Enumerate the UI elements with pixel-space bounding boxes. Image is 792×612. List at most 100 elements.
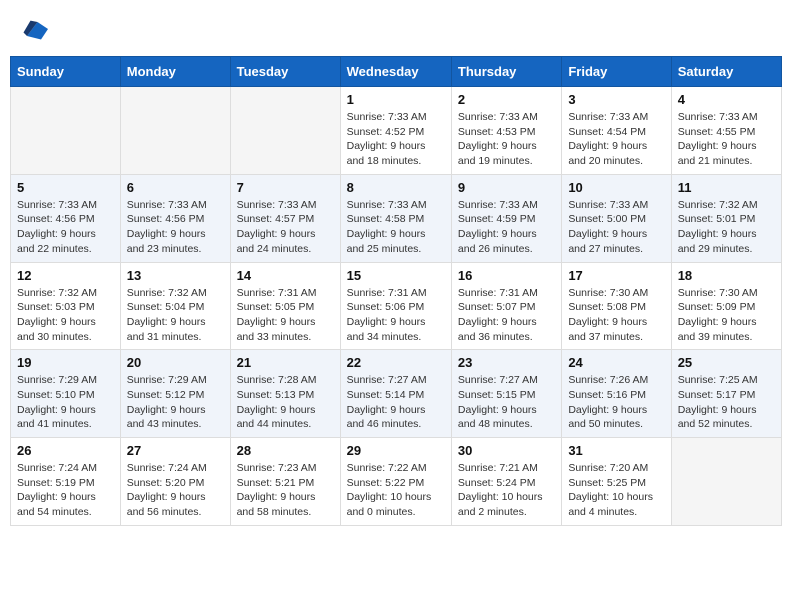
calendar-cell: 12Sunrise: 7:32 AMSunset: 5:03 PMDayligh…: [11, 262, 121, 350]
day-info: Sunrise: 7:20 AMSunset: 5:25 PMDaylight:…: [568, 461, 664, 520]
day-info: Sunrise: 7:24 AMSunset: 5:20 PMDaylight:…: [127, 461, 224, 520]
day-number: 2: [458, 92, 555, 107]
day-number: 16: [458, 268, 555, 283]
calendar-table: SundayMondayTuesdayWednesdayThursdayFrid…: [10, 56, 782, 526]
day-number: 24: [568, 355, 664, 370]
calendar-week-3: 12Sunrise: 7:32 AMSunset: 5:03 PMDayligh…: [11, 262, 782, 350]
day-info: Sunrise: 7:33 AMSunset: 4:59 PMDaylight:…: [458, 198, 555, 257]
day-info: Sunrise: 7:22 AMSunset: 5:22 PMDaylight:…: [347, 461, 445, 520]
calendar-cell: 24 Sunrise: 7:26 AMSunset: 5:16 PMDayligh…: [562, 350, 671, 438]
day-info: Sunrise: 7:23 AMSunset: 5:21 PMDaylight:…: [237, 461, 334, 520]
calendar-cell: 31 Sunrise: 7:20 AMSunset: 5:25 PMDayligh…: [562, 438, 671, 526]
calendar-cell: 18 Sunrise: 7:30 AMSunset: 5:09 PMDayligh…: [671, 262, 781, 350]
day-number: 17: [568, 268, 664, 283]
day-number: 3: [568, 92, 664, 107]
weekday-header-saturday: Saturday: [671, 57, 781, 87]
day-number: 7: [237, 180, 334, 195]
day-info: Sunrise: 7:25 AMSunset: 5:17 PMDaylight:…: [678, 373, 775, 432]
calendar-cell: 27 Sunrise: 7:24 AMSunset: 5:20 PMDayligh…: [120, 438, 230, 526]
day-info: Sunrise: 7:32 AMSunset: 5:04 PMDaylight:…: [127, 286, 224, 345]
day-number: 6: [127, 180, 224, 195]
calendar-cell: [671, 438, 781, 526]
calendar-week-5: 26Sunrise: 7:24 AMSunset: 5:19 PMDayligh…: [11, 438, 782, 526]
calendar-week-1: 1Sunrise: 7:33 AMSunset: 4:52 PMDaylight…: [11, 87, 782, 175]
calendar-week-2: 5 Sunrise: 7:33 AMSunset: 4:56 PMDaylight…: [11, 174, 782, 262]
calendar-cell: 25 Sunrise: 7:25 AMSunset: 5:17 PMDayligh…: [671, 350, 781, 438]
weekday-header-monday: Monday: [120, 57, 230, 87]
calendar-cell: [120, 87, 230, 175]
logo-icon: [20, 15, 48, 43]
day-number: 23: [458, 355, 555, 370]
calendar-cell: 7 Sunrise: 7:33 AMSunset: 4:57 PMDaylight…: [230, 174, 340, 262]
day-number: 11: [678, 180, 775, 195]
calendar-cell: 8 Sunrise: 7:33 AMSunset: 4:58 PMDaylight…: [340, 174, 451, 262]
weekday-header-thursday: Thursday: [451, 57, 561, 87]
day-info: Sunrise: 7:27 AMSunset: 5:15 PMDaylight:…: [458, 373, 555, 432]
day-number: 19: [17, 355, 114, 370]
calendar-cell: 11 Sunrise: 7:32 AMSunset: 5:01 PMDayligh…: [671, 174, 781, 262]
calendar-cell: 14Sunrise: 7:31 AMSunset: 5:05 PMDayligh…: [230, 262, 340, 350]
calendar-cell: 20 Sunrise: 7:29 AMSunset: 5:12 PMDayligh…: [120, 350, 230, 438]
day-info: Sunrise: 7:32 AMSunset: 5:03 PMDaylight:…: [17, 286, 114, 345]
day-info: Sunrise: 7:27 AMSunset: 5:14 PMDaylight:…: [347, 373, 445, 432]
calendar-cell: 29 Sunrise: 7:22 AMSunset: 5:22 PMDayligh…: [340, 438, 451, 526]
calendar-week-4: 19 Sunrise: 7:29 AMSunset: 5:10 PMDayligh…: [11, 350, 782, 438]
day-info: Sunrise: 7:28 AMSunset: 5:13 PMDaylight:…: [237, 373, 334, 432]
calendar-cell: 1Sunrise: 7:33 AMSunset: 4:52 PMDaylight…: [340, 87, 451, 175]
logo: [20, 15, 52, 43]
calendar-cell: 30Sunrise: 7:21 AMSunset: 5:24 PMDayligh…: [451, 438, 561, 526]
day-info: Sunrise: 7:33 AMSunset: 4:56 PMDaylight:…: [17, 198, 114, 257]
day-info: Sunrise: 7:33 AMSunset: 4:57 PMDaylight:…: [237, 198, 334, 257]
day-number: 22: [347, 355, 445, 370]
calendar-cell: 19 Sunrise: 7:29 AMSunset: 5:10 PMDayligh…: [11, 350, 121, 438]
day-info: Sunrise: 7:29 AMSunset: 5:12 PMDaylight:…: [127, 373, 224, 432]
calendar-cell: 2 Sunrise: 7:33 AMSunset: 4:53 PMDaylight…: [451, 87, 561, 175]
calendar-cell: 16Sunrise: 7:31 AMSunset: 5:07 PMDayligh…: [451, 262, 561, 350]
day-number: 31: [568, 443, 664, 458]
calendar-cell: 22 Sunrise: 7:27 AMSunset: 5:14 PMDayligh…: [340, 350, 451, 438]
calendar-cell: 15 Sunrise: 7:31 AMSunset: 5:06 PMDayligh…: [340, 262, 451, 350]
day-number: 10: [568, 180, 664, 195]
day-info: Sunrise: 7:24 AMSunset: 5:19 PMDaylight:…: [17, 461, 114, 520]
day-info: Sunrise: 7:29 AMSunset: 5:10 PMDaylight:…: [17, 373, 114, 432]
day-info: Sunrise: 7:33 AMSunset: 5:00 PMDaylight:…: [568, 198, 664, 257]
day-number: 5: [17, 180, 114, 195]
weekday-header-friday: Friday: [562, 57, 671, 87]
weekday-header-row: SundayMondayTuesdayWednesdayThursdayFrid…: [11, 57, 782, 87]
calendar-cell: 23 Sunrise: 7:27 AMSunset: 5:15 PMDayligh…: [451, 350, 561, 438]
calendar-cell: 6Sunrise: 7:33 AMSunset: 4:56 PMDaylight…: [120, 174, 230, 262]
day-info: Sunrise: 7:33 AMSunset: 4:53 PMDaylight:…: [458, 110, 555, 169]
weekday-header-tuesday: Tuesday: [230, 57, 340, 87]
day-number: 29: [347, 443, 445, 458]
calendar-cell: 3Sunrise: 7:33 AMSunset: 4:54 PMDaylight…: [562, 87, 671, 175]
calendar-cell: 9 Sunrise: 7:33 AMSunset: 4:59 PMDaylight…: [451, 174, 561, 262]
calendar-cell: [11, 87, 121, 175]
calendar-cell: 17Sunrise: 7:30 AMSunset: 5:08 PMDayligh…: [562, 262, 671, 350]
weekday-header-sunday: Sunday: [11, 57, 121, 87]
day-info: Sunrise: 7:30 AMSunset: 5:09 PMDaylight:…: [678, 286, 775, 345]
day-number: 20: [127, 355, 224, 370]
day-number: 21: [237, 355, 334, 370]
day-number: 4: [678, 92, 775, 107]
day-info: Sunrise: 7:26 AMSunset: 5:16 PMDaylight:…: [568, 373, 664, 432]
day-info: Sunrise: 7:31 AMSunset: 5:05 PMDaylight:…: [237, 286, 334, 345]
calendar-cell: 4 Sunrise: 7:33 AMSunset: 4:55 PMDaylight…: [671, 87, 781, 175]
day-number: 15: [347, 268, 445, 283]
calendar-cell: [230, 87, 340, 175]
day-info: Sunrise: 7:33 AMSunset: 4:55 PMDaylight:…: [678, 110, 775, 169]
day-number: 9: [458, 180, 555, 195]
page-header: [10, 10, 782, 48]
day-info: Sunrise: 7:33 AMSunset: 4:58 PMDaylight:…: [347, 198, 445, 257]
day-info: Sunrise: 7:21 AMSunset: 5:24 PMDaylight:…: [458, 461, 555, 520]
day-number: 18: [678, 268, 775, 283]
day-number: 27: [127, 443, 224, 458]
day-number: 25: [678, 355, 775, 370]
day-number: 1: [347, 92, 445, 107]
calendar-cell: 5 Sunrise: 7:33 AMSunset: 4:56 PMDaylight…: [11, 174, 121, 262]
day-number: 13: [127, 268, 224, 283]
day-number: 8: [347, 180, 445, 195]
day-info: Sunrise: 7:31 AMSunset: 5:06 PMDaylight:…: [347, 286, 445, 345]
day-number: 28: [237, 443, 334, 458]
calendar-cell: 21 Sunrise: 7:28 AMSunset: 5:13 PMDayligh…: [230, 350, 340, 438]
day-info: Sunrise: 7:32 AMSunset: 5:01 PMDaylight:…: [678, 198, 775, 257]
